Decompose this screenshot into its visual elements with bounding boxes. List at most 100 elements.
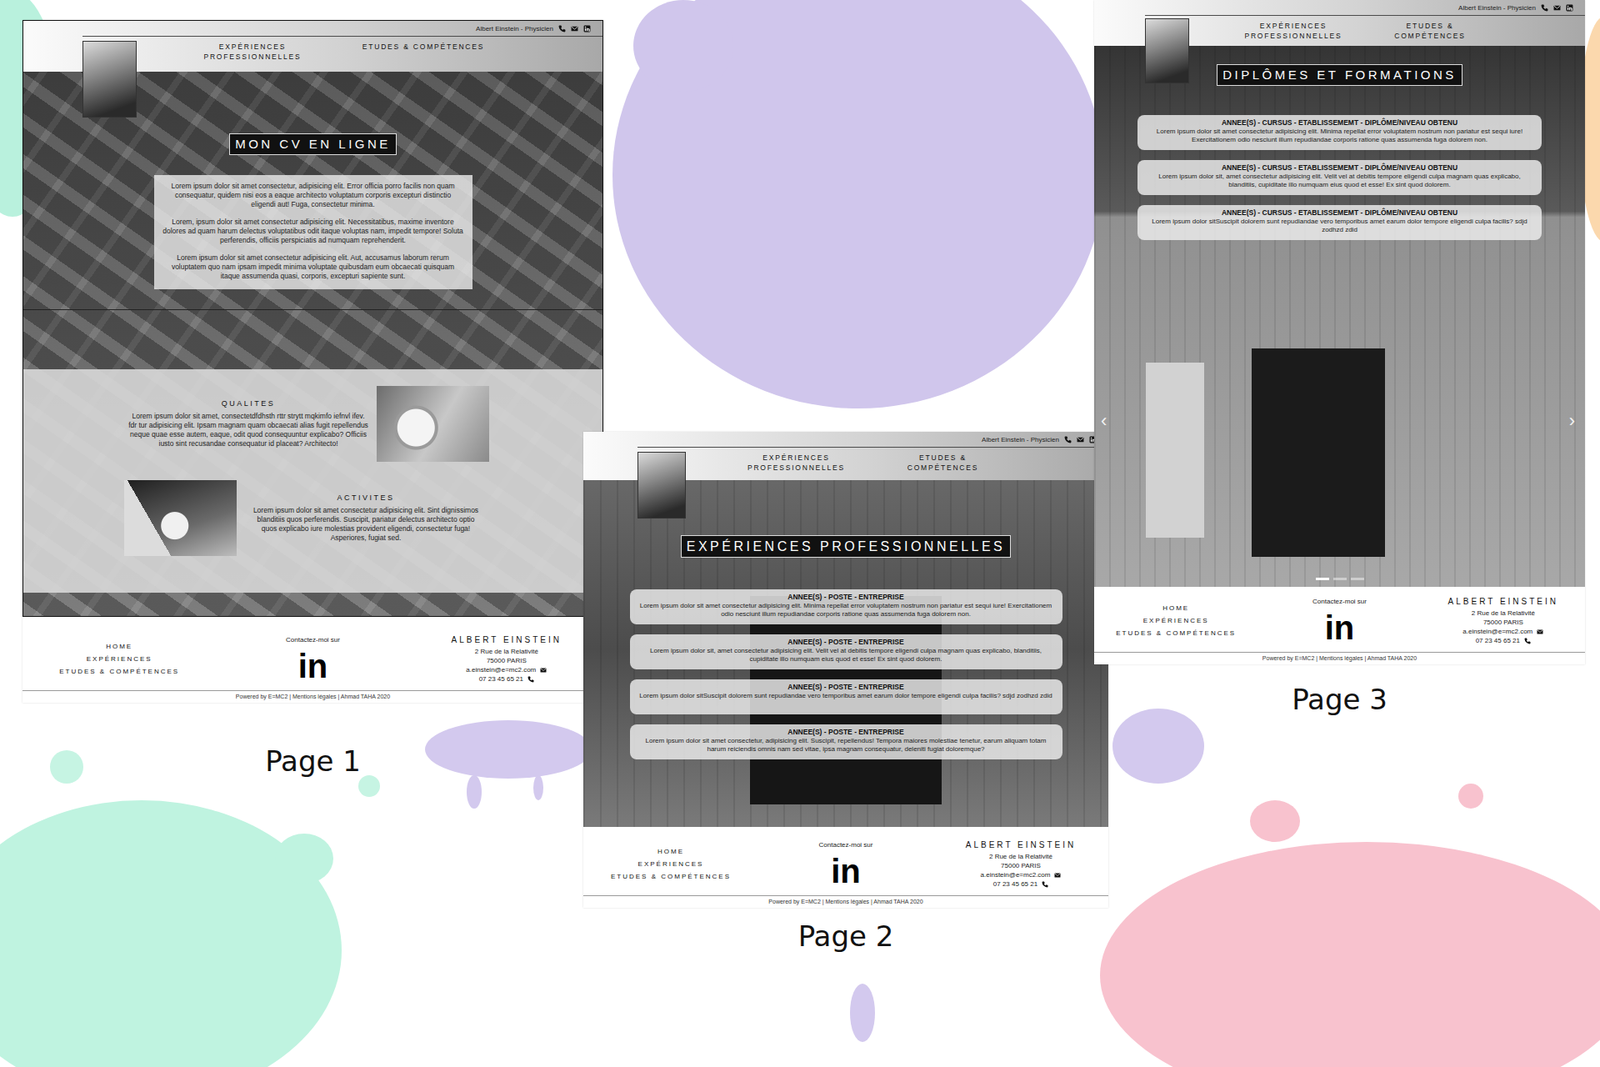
footer-nav-link[interactable]: EXPÉRIENCES <box>1143 614 1210 627</box>
paint-splash <box>533 775 544 800</box>
address-line: 2 Rue de la Relativité <box>1471 608 1535 618</box>
footer-nav: HOMEEXPÉRIENCESETUDES & COMPÉTENCES <box>583 840 759 883</box>
footer-columns: HOMEEXPÉRIENCESETUDES & COMPÉTENCESConta… <box>22 635 604 690</box>
page-mockup: Albert Einstein - Physicien EXPÉRIENCES P… <box>1094 0 1585 715</box>
intro-text-box: Lorem ipsum dolor sit amet consectetur, … <box>154 175 473 290</box>
address-line: 75000 PARIS <box>1483 617 1524 627</box>
footer-credits: Powered by E=MC2 | Mentions légales | Ah… <box>22 690 604 703</box>
phone-number[interactable]: 07 23 45 65 21 <box>1475 635 1520 645</box>
entry-card: ANNEE(S) - CURSUS - ETABLISSEMEMT - DIPL… <box>1137 115 1542 150</box>
page-title: MON CV EN LIGNE <box>229 133 397 155</box>
linkedin-link[interactable]: in <box>298 649 329 683</box>
email[interactable]: a.einstein@e=mc2.com <box>980 870 1051 880</box>
card-list: ANNEE(S) - POSTE - ENTREPRISELorem ipsum… <box>583 589 1109 760</box>
entry-card: ANNEE(S) - POSTE - ENTREPRISELorem ipsum… <box>630 724 1063 760</box>
image-strip <box>23 309 603 370</box>
intro-paragraph: Lorem, ipsum dolor sit amet consectetur … <box>162 217 465 245</box>
nav-link[interactable]: EXPÉRIENCES PROFESSIONNELLES <box>190 36 315 62</box>
footer-credits: Powered by E=MC2 | Mentions légales | Ah… <box>1094 652 1585 665</box>
footer-columns: HOMEEXPÉRIENCESETUDES & COMPÉTENCESConta… <box>1094 596 1585 652</box>
envelope-icon <box>1076 435 1085 444</box>
intro-paragraph: Lorem ipsum dolor sit amet consectetur, … <box>162 181 465 210</box>
paint-splash <box>850 983 875 1042</box>
section-photo <box>124 480 237 556</box>
footer-nav: HOMEEXPÉRIENCESETUDES & COMPÉTENCES <box>1094 596 1258 640</box>
phone-number[interactable]: 07 23 45 65 21 <box>479 674 524 684</box>
linkedin-link[interactable]: in <box>1325 610 1355 645</box>
linkedin-icon[interactable] <box>583 25 591 33</box>
envelope-icon <box>540 666 547 674</box>
profile-photo <box>1145 18 1190 84</box>
entry-text: Lorem ipsum dolor sitSuscipit dolorem su… <box>1145 217 1534 235</box>
footer-name: ALBERT EINSTEIN <box>965 840 1076 850</box>
entry-heading: ANNEE(S) - CURSUS - ETABLISSEMEMT - DIPL… <box>1145 163 1534 172</box>
footer-nav-link[interactable]: ETUDES & COMPÉTENCES <box>610 870 731 883</box>
entry-text: Lorem ipsum dolor sitSuscipit dolorem su… <box>638 691 1055 700</box>
phone-number[interactable]: 07 23 45 65 21 <box>993 879 1038 889</box>
phone-row: 07 23 45 65 21 <box>479 674 535 684</box>
web-page: Albert Einstein - Physicien EXPÉRIENCES P… <box>1094 0 1585 665</box>
entry-heading: ANNEE(S) - POSTE - ENTREPRISE <box>638 592 1055 601</box>
page-title: DIPLÔMES ET FORMATIONS <box>1216 64 1463 86</box>
entry-card: ANNEE(S) - POSTE - ENTREPRISELorem ipsum… <box>630 679 1063 715</box>
carousel-next-button[interactable]: › <box>1569 411 1575 430</box>
qualities-activities-section: QUALITESLorem ipsum dolor sit amet, cons… <box>23 369 603 593</box>
bottom-band <box>23 592 603 616</box>
profile-photo <box>82 40 137 118</box>
carousel-indicator[interactable] <box>1315 577 1330 580</box>
linkedin-link[interactable]: in <box>830 854 861 888</box>
page-screen: Albert Einstein - PhysicienEXPÉRIENCES P… <box>22 20 604 617</box>
web-page: Albert Einstein - PhysicienEXPÉRIENCES P… <box>22 20 604 703</box>
entry-text: Lorem ipsum dolor sit, amet consectetur … <box>638 646 1055 664</box>
footer-name: ALBERT EINSTEIN <box>1448 596 1559 606</box>
header-contact-bar: Albert Einstein - Physicien <box>1145 0 1585 16</box>
entry-text: Lorem ipsum dolor sit amet consectetur a… <box>638 601 1055 619</box>
footer-nav: HOMEEXPÉRIENCESETUDES & COMPÉTENCES <box>22 635 216 678</box>
email[interactable]: a.einstein@e=mc2.com <box>465 665 536 675</box>
carousel-indicator[interactable] <box>1333 577 1347 580</box>
envelope-icon <box>1553 4 1561 12</box>
email[interactable]: a.einstein@e=mc2.com <box>1462 626 1533 636</box>
footer-nav-link[interactable]: ETUDES & COMPÉTENCES <box>59 665 180 678</box>
phone-icon <box>1064 435 1072 444</box>
email-row: a.einstein@e=mc2.com <box>980 870 1062 880</box>
footer-nav-link[interactable]: EXPÉRIENCES <box>86 652 153 665</box>
envelope-icon <box>1536 628 1544 635</box>
content-section: EXPÉRIENCES PROFESSIONNELLES ANNEE(S) - P… <box>583 480 1109 760</box>
footer-nav-link[interactable]: ETUDES & COMPÉTENCES <box>1115 626 1236 640</box>
web-page: Albert Einstein - PhysicienEXPÉRIENCES P… <box>583 431 1109 908</box>
phone-icon <box>1041 880 1049 888</box>
phone-row: 07 23 45 65 21 <box>1475 635 1531 645</box>
footer-name: ALBERT EINSTEIN <box>451 635 562 645</box>
footer-nav-link[interactable]: HOME <box>1162 601 1190 615</box>
nav-link[interactable]: EXPÉRIENCES PROFESSIONNELLES <box>735 447 857 473</box>
page-title: EXPÉRIENCES PROFESSIONNELLES <box>680 535 1012 558</box>
entry-card: ANNEE(S) - POSTE - ENTREPRISELorem ipsum… <box>630 634 1063 670</box>
address-line: 2 Rue de la Relativité <box>989 851 1053 861</box>
phone-row: 07 23 45 65 21 <box>993 879 1049 889</box>
nav-link[interactable]: ETUDES & COMPÉTENCES <box>1375 15 1485 41</box>
entry-text: Lorem ipsum dolor sit amet consectetur, … <box>638 736 1055 754</box>
paint-splash <box>633 0 734 92</box>
address-line: 2 Rue de la Relativité <box>475 646 539 656</box>
nav-link[interactable]: EXPÉRIENCES PROFESSIONNELLES <box>1239 15 1348 41</box>
carousel-indicator[interactable] <box>1350 577 1365 580</box>
page-screen: Albert Einstein - Physicien EXPÉRIENCES P… <box>1094 0 1585 587</box>
entry-heading: ANNEE(S) - POSTE - ENTREPRISE <box>638 637 1055 646</box>
content-row: ACTIVITESLorem ipsum dolor sit amet cons… <box>23 480 603 556</box>
tagline: Albert Einstein - Physicien <box>1458 4 1536 12</box>
nav-link[interactable]: ETUDES & COMPÉTENCES <box>882 447 1004 473</box>
footer-nav-link[interactable]: HOME <box>105 640 133 653</box>
footer-contact: Contactez-moi surin <box>215 635 410 683</box>
paint-splash <box>1112 708 1205 784</box>
footer-nav-link[interactable]: EXPÉRIENCES <box>638 857 705 870</box>
linkedin-icon[interactable] <box>1565 4 1574 12</box>
paint-splash <box>466 775 482 809</box>
carousel-prev-button[interactable]: ‹ <box>1100 411 1107 430</box>
section-heading: ACTIVITES <box>250 493 481 504</box>
footer-nav-link[interactable]: HOME <box>657 845 685 858</box>
site-footer: HOMEEXPÉRIENCESETUDES & COMPÉTENCESConta… <box>22 616 604 703</box>
nav-link[interactable]: ETUDES & COMPÉTENCES <box>360 36 486 62</box>
footer-contact: Contactez-moi surin <box>1257 596 1421 645</box>
profile-photo <box>637 451 686 519</box>
